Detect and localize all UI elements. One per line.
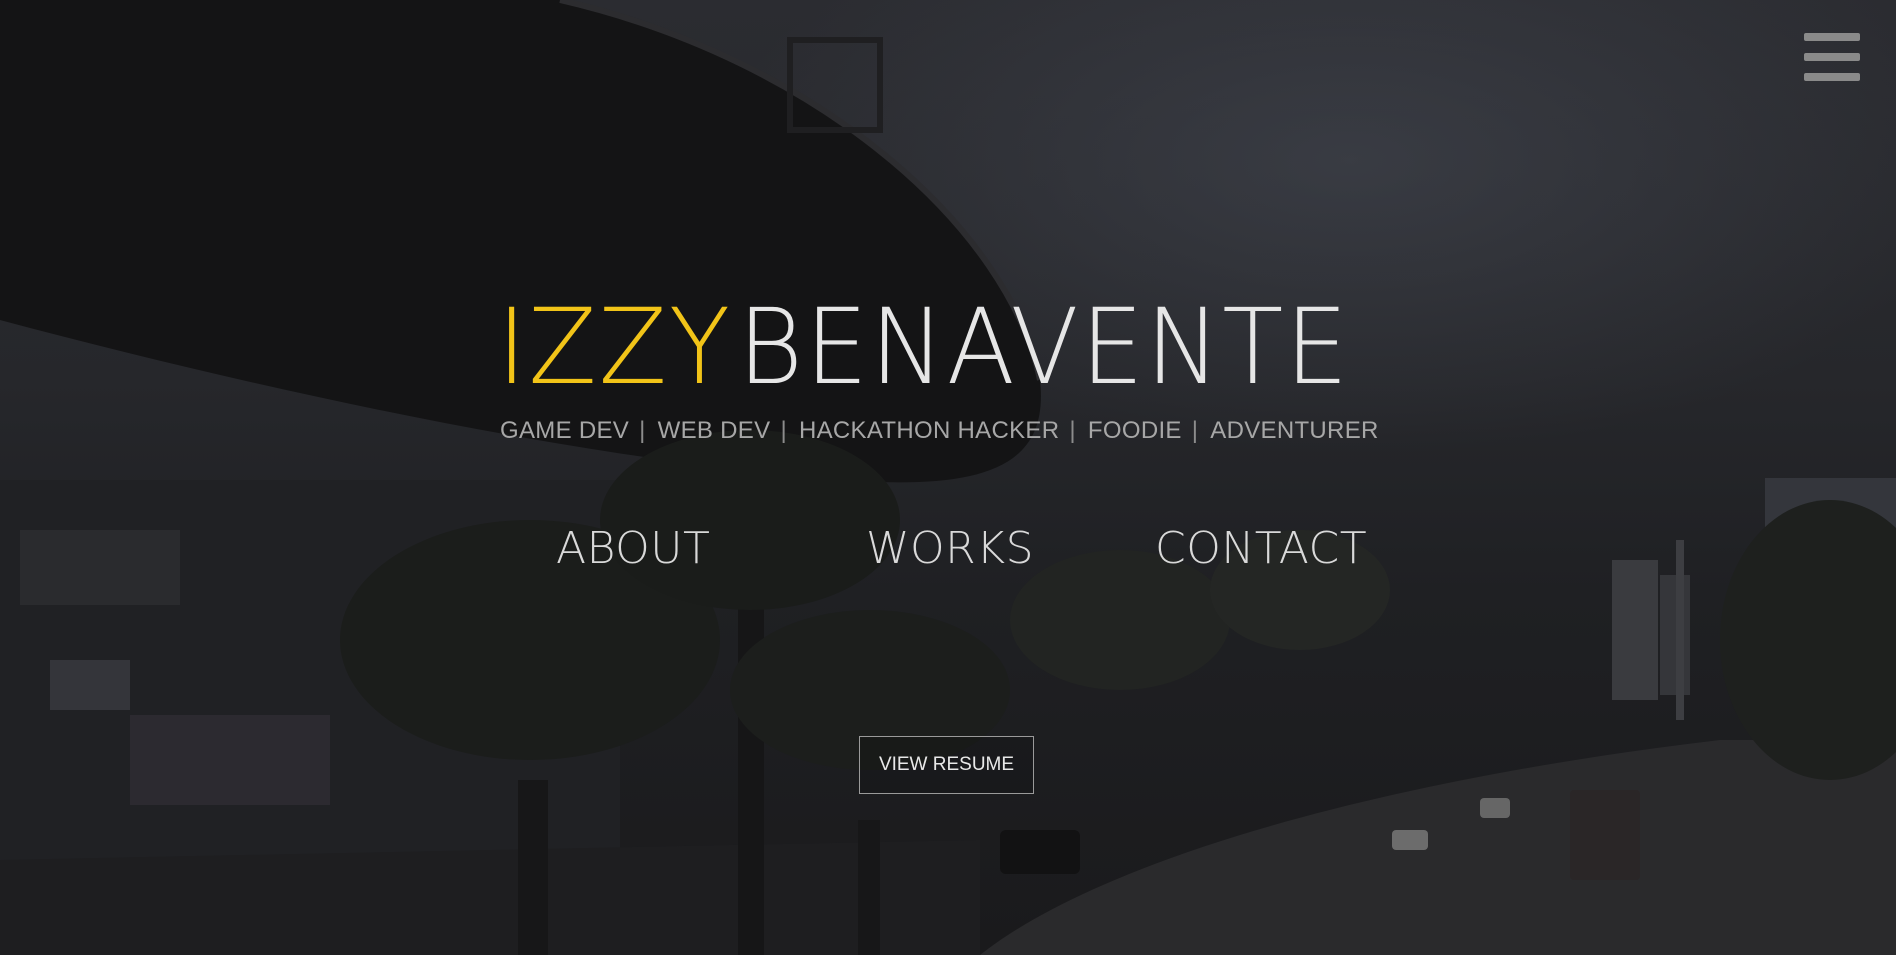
tagline-separator: | [780, 417, 787, 444]
nav-link-works[interactable]: WORKS [866, 519, 1034, 579]
first-name: IZZY [497, 286, 732, 408]
tagline-item: ADVENTURER [1210, 417, 1379, 444]
tagline-separator: | [1191, 417, 1199, 444]
page-root: IZZYBENAVENTE GAME DEV | WEB DEV | HACKATHON… [0, 0, 1896, 955]
view-resume-button[interactable]: VIEW RESUME [859, 736, 1034, 794]
tagline-item: FOODIE [1087, 417, 1182, 444]
site-title: IZZYBENAVENTE [497, 292, 1350, 402]
hero-section: IZZYBENAVENTE GAME DEV | WEB DEV | HACKATHON… [0, 0, 1896, 955]
last-name: BENAVENTE [737, 286, 1351, 408]
tagline-separator: | [1069, 417, 1076, 444]
tagline-list: GAME DEV | WEB DEV | HACKATHON HACKER | FOODIE… [500, 414, 1379, 448]
tagline-item: WEB DEV [657, 417, 771, 444]
nav-link-about[interactable]: ABOUT [556, 519, 710, 579]
nav-link-contact[interactable]: CONTACT [1155, 519, 1367, 579]
tagline-item: HACKATHON HACKER [798, 417, 1060, 444]
tagline-separator: | [639, 417, 646, 444]
tagline-item: GAME DEV [500, 417, 630, 444]
